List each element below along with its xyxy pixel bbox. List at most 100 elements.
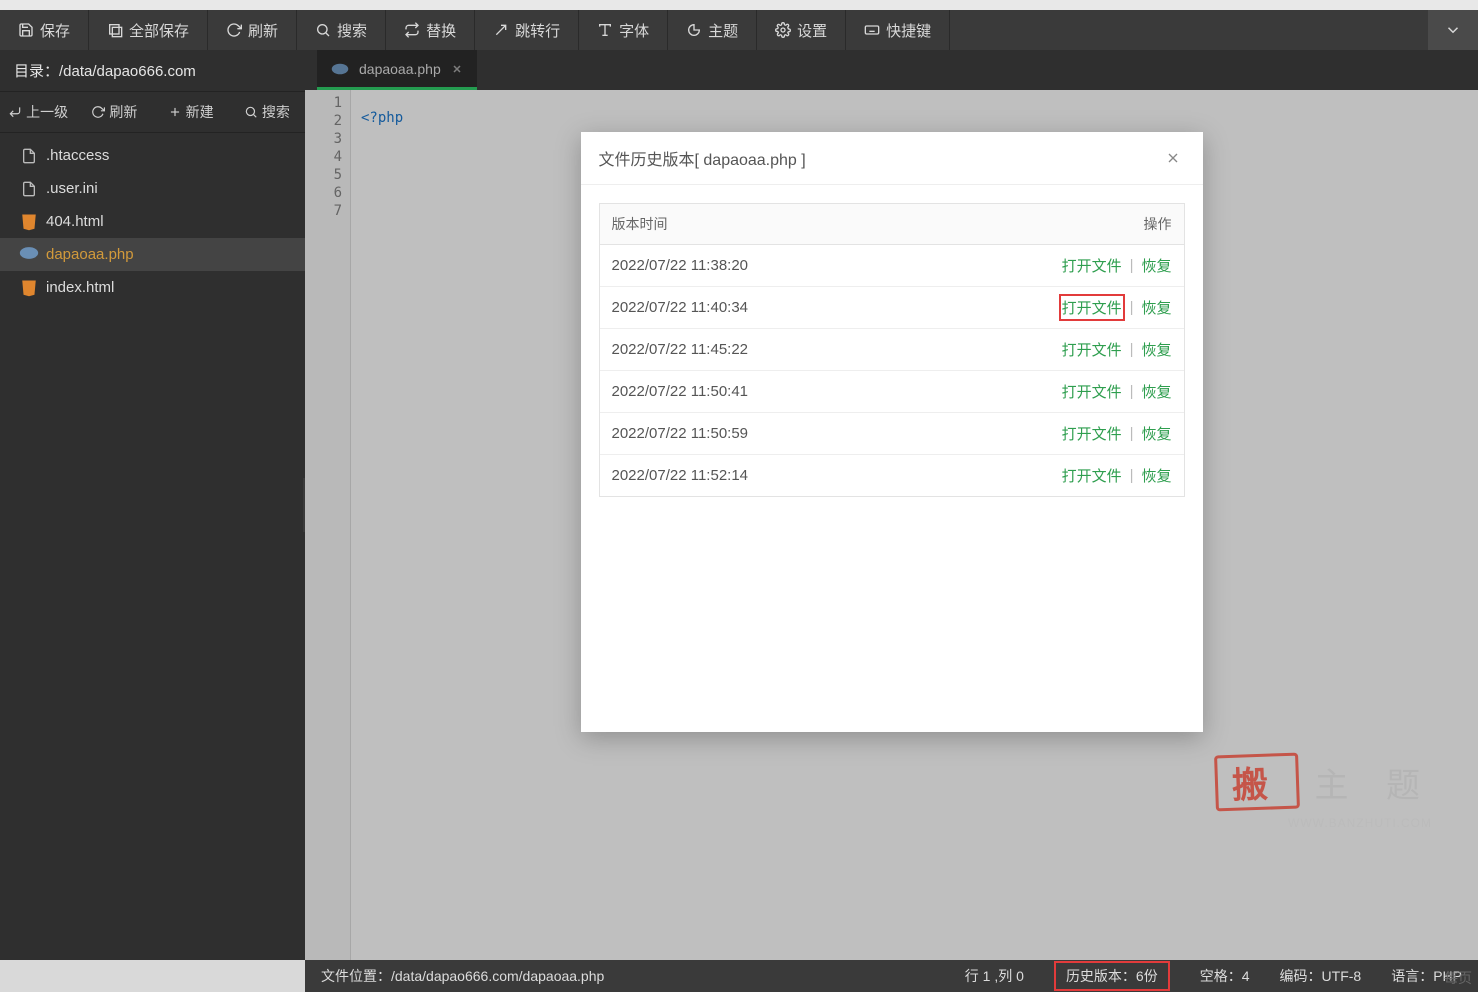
version-table: 版本时间 操作 2022/07/22 11:38:20打开文件|恢复2022/0… <box>599 203 1185 497</box>
dir-refresh-label: 刷新 <box>109 102 137 122</box>
loc-prefix: 文件位置： <box>321 968 391 984</box>
replace-button[interactable]: 替换 <box>386 10 475 50</box>
search-icon <box>244 105 258 119</box>
shortcuts-button[interactable]: 快捷键 <box>846 10 950 50</box>
file-name: index.html <box>46 279 114 296</box>
directory-actions: 上一级 刷新 新建 搜索 <box>0 92 305 133</box>
open-file-link[interactable]: 打开文件 <box>1062 465 1122 486</box>
status-location: 文件位置：/data/dapao666.com/dapaoaa.php <box>321 966 604 986</box>
new-file-button[interactable]: 新建 <box>153 92 229 132</box>
separator: | <box>1130 299 1134 316</box>
save-button[interactable]: 保存 <box>0 10 89 50</box>
open-file-link[interactable]: 打开文件 <box>1062 297 1122 318</box>
up-label: 上一级 <box>26 102 68 122</box>
gear-icon <box>775 22 791 38</box>
workspace: 目录：/data/dapao666.com 上一级 刷新 新建 搜索 .htac… <box>0 50 1478 960</box>
dir-search-label: 搜索 <box>262 102 290 122</box>
separator: | <box>1130 383 1134 400</box>
shortcuts-label: 快捷键 <box>886 20 931 41</box>
status-tab: 空格：4 <box>1200 966 1250 986</box>
dialog-header: 文件历史版本[ dapaoaa.php ] <box>581 132 1203 185</box>
save-icon <box>18 22 34 38</box>
version-time: 2022/07/22 11:50:59 <box>600 415 984 452</box>
dialog-title: 文件历史版本[ dapaoaa.php ] <box>599 146 806 170</box>
dialog-body: 版本时间 操作 2022/07/22 11:38:20打开文件|恢复2022/0… <box>581 185 1203 732</box>
up-level-button[interactable]: 上一级 <box>0 92 76 132</box>
separator: | <box>1130 341 1134 358</box>
version-table-head: 版本时间 操作 <box>600 204 1184 245</box>
search-label: 搜索 <box>337 20 367 41</box>
theme-label: 主题 <box>708 20 738 41</box>
settings-button[interactable]: 设置 <box>757 10 846 50</box>
separator: | <box>1130 257 1134 274</box>
replace-label: 替换 <box>426 20 456 41</box>
dir-prefix: 目录： <box>14 63 59 80</box>
font-icon <box>597 22 613 38</box>
save-all-button[interactable]: 全部保存 <box>89 10 208 50</box>
font-button[interactable]: 字体 <box>579 10 668 50</box>
file-file-icon <box>18 180 40 198</box>
refresh-label: 刷新 <box>248 20 278 41</box>
refresh-icon <box>226 22 242 38</box>
goto-line-button[interactable]: 跳转行 <box>475 10 579 50</box>
version-row: 2022/07/22 11:50:59 打开文件 | 恢复 <box>600 413 1184 455</box>
file-item[interactable]: 404.html <box>0 205 305 238</box>
open-file-link[interactable]: 打开文件 <box>1062 339 1122 360</box>
search-button[interactable]: 搜索 <box>297 10 386 50</box>
status-history[interactable]: 历史版本：6份 <box>1054 961 1170 991</box>
file-item[interactable]: .htaccess <box>0 139 305 172</box>
separator: | <box>1130 467 1134 484</box>
open-file-link[interactable]: 打开文件 <box>1062 255 1122 276</box>
dir-refresh-button[interactable]: 刷新 <box>76 92 152 132</box>
current-directory: 目录：/data/dapao666.com <box>0 50 305 92</box>
restore-link[interactable]: 恢复 <box>1141 423 1171 444</box>
html-file-icon <box>18 279 40 297</box>
main-toolbar: 保存 全部保存 刷新 搜索 替换 跳转行 字体 主题 设置 快捷键 <box>0 10 1478 50</box>
save-all-icon <box>107 22 123 38</box>
file-item[interactable]: index.html <box>0 271 305 304</box>
restore-link[interactable]: 恢复 <box>1141 255 1171 276</box>
file-name: .user.ini <box>46 180 98 197</box>
theme-icon <box>686 22 702 38</box>
dir-search-button[interactable]: 搜索 <box>229 92 305 132</box>
refresh-button[interactable]: 刷新 <box>208 10 297 50</box>
file-item[interactable]: .user.ini <box>0 172 305 205</box>
font-label: 字体 <box>619 20 649 41</box>
watermark-text: 主 题 <box>1315 758 1434 807</box>
version-row: 2022/07/22 11:40:34 打开文件 | 恢复 <box>600 287 1184 329</box>
status-cursor: 行 1 ,列 0 <box>965 966 1024 986</box>
open-file-link[interactable]: 打开文件 <box>1062 381 1122 402</box>
replace-icon <box>404 22 420 38</box>
separator: | <box>1130 425 1134 442</box>
file-item[interactable]: dapaoaa.php <box>0 238 305 271</box>
toolbar-collapse-toggle[interactable] <box>1428 10 1478 50</box>
open-file-link[interactable]: 打开文件 <box>1062 423 1122 444</box>
watermark-sub: WWW.BANZHUTI.COM <box>1288 816 1432 830</box>
file-name: 404.html <box>46 213 104 230</box>
version-row: 2022/07/22 11:38:20打开文件|恢复 <box>600 245 1184 287</box>
file-name: .htaccess <box>46 147 109 164</box>
loc-path: /data/dapao666.com/dapaoaa.php <box>391 968 604 984</box>
theme-button[interactable]: 主题 <box>668 10 757 50</box>
plus-icon <box>168 105 182 119</box>
sidebar: 目录：/data/dapao666.com 上一级 刷新 新建 搜索 .htac… <box>0 50 305 960</box>
dialog-close-button[interactable] <box>1161 146 1185 170</box>
restore-link[interactable]: 恢复 <box>1141 381 1171 402</box>
keyboard-icon <box>864 22 880 38</box>
refresh-icon <box>91 105 105 119</box>
history-dialog: 文件历史版本[ dapaoaa.php ] 版本时间 操作 2022/07/22… <box>581 132 1203 732</box>
search-icon <box>315 22 331 38</box>
php-file-icon <box>18 246 40 260</box>
status-encoding: 编码：UTF-8 <box>1280 966 1362 986</box>
col-time-header: 版本时间 <box>600 204 1104 244</box>
col-ops-header: 操作 <box>1104 204 1184 244</box>
file-name: dapaoaa.php <box>46 246 134 263</box>
up-icon <box>8 105 22 119</box>
file-file-icon <box>18 147 40 165</box>
restore-link[interactable]: 恢复 <box>1141 297 1171 318</box>
chevron-down-icon <box>1444 21 1462 39</box>
restore-link[interactable]: 恢复 <box>1141 465 1171 486</box>
version-time: 2022/07/22 11:40:34 <box>600 289 984 326</box>
restore-link[interactable]: 恢复 <box>1141 339 1171 360</box>
goto-label: 跳转行 <box>515 20 560 41</box>
